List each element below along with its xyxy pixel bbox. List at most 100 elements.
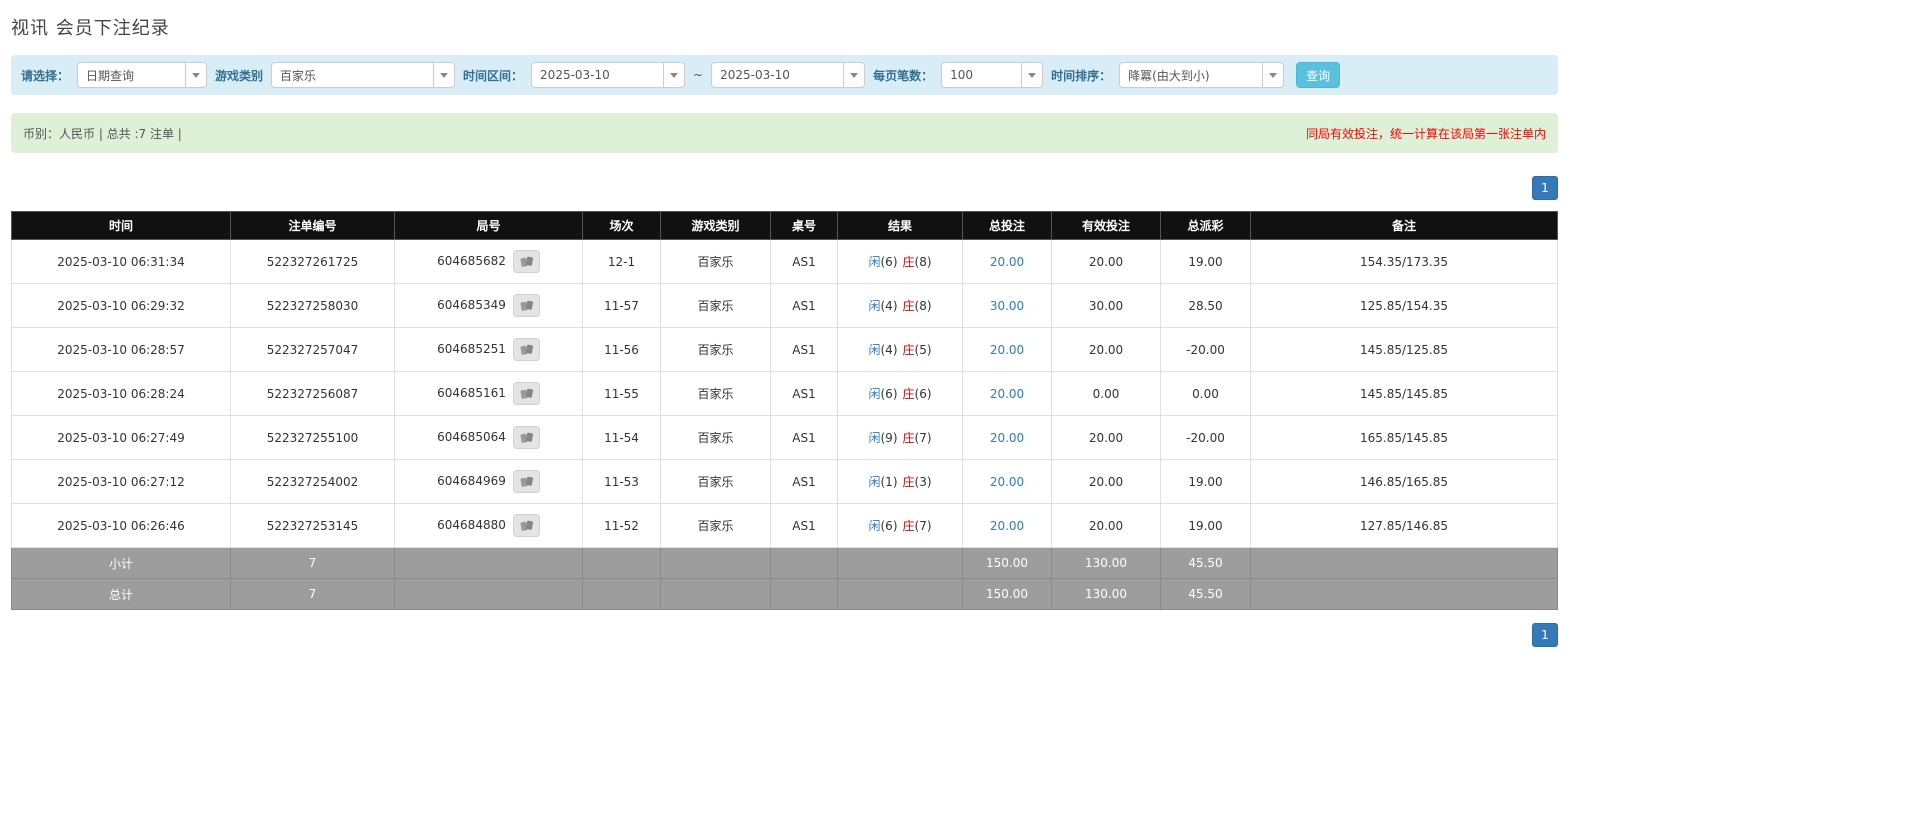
banker-number: (7)	[914, 519, 932, 533]
date-to-input[interactable]	[711, 62, 844, 88]
player-label: 闲	[868, 475, 881, 489]
result-player: 闲(1)	[868, 475, 897, 489]
total-bet-link[interactable]: 20.00	[990, 255, 1024, 269]
player-number: (9)	[880, 431, 898, 445]
total-bet-link[interactable]: 20.00	[990, 387, 1024, 401]
cell-result: 闲(6) 庄(7)	[837, 503, 963, 548]
cell-valid-bet: 30.00	[1051, 283, 1161, 328]
cell-result: 闲(4) 庄(5)	[837, 327, 963, 372]
cell-valid-bet: 20.00	[1051, 239, 1161, 284]
summary-empty-cell	[582, 547, 661, 579]
cell-note: 154.35/173.35	[1250, 239, 1558, 284]
cards-icon	[520, 300, 533, 311]
view-cards-button[interactable]	[512, 294, 540, 317]
cell-session: 11-57	[582, 283, 661, 328]
cell-total-bet: 20.00	[962, 239, 1052, 284]
query-type-combobox	[77, 62, 208, 88]
summary-total-bet: 150.00	[962, 578, 1052, 610]
view-cards-button[interactable]	[512, 470, 540, 493]
date-from-dropdown-button[interactable]	[663, 62, 686, 88]
date-from-combobox	[531, 62, 686, 88]
chevron-down-icon	[1028, 72, 1037, 78]
cell-note: 125.85/154.35	[1250, 283, 1558, 328]
banker-label: 庄	[902, 431, 915, 445]
column-header: 备注	[1250, 211, 1558, 240]
cell-round-id: 604685064	[394, 415, 583, 460]
round-id-text: 604685161	[437, 386, 506, 400]
summary-payout: 45.50	[1160, 547, 1251, 579]
table-row: 2025-03-10 06:29:32 522327258030 604685349…	[11, 283, 1558, 328]
page-1-button[interactable]: 1	[1532, 623, 1558, 647]
banker-label: 庄	[902, 343, 915, 357]
currency-total-info: 币别：人民币 | 总共 :7 注单 |	[23, 126, 182, 141]
cell-session: 11-56	[582, 327, 661, 372]
cell-time: 2025-03-10 06:28:57	[11, 327, 231, 372]
game-type-dropdown-button[interactable]	[433, 62, 456, 88]
summary-empty-cell	[394, 547, 583, 579]
cell-payout: 19.00	[1160, 239, 1251, 284]
summary-total-bet: 150.00	[962, 547, 1052, 579]
game-type-input[interactable]	[271, 62, 434, 88]
page-size-input[interactable]	[941, 62, 1022, 88]
cell-table-no: AS1	[770, 415, 838, 460]
column-header: 桌号	[770, 211, 838, 240]
summary-label: 总计	[11, 578, 231, 610]
pagination-top: 1	[11, 176, 1558, 200]
view-cards-button[interactable]	[512, 250, 540, 273]
cell-round-id: 604685161	[394, 371, 583, 416]
view-cards-button[interactable]	[512, 514, 540, 537]
time-sort-dropdown-button[interactable]	[1262, 62, 1285, 88]
cell-session: 12-1	[582, 239, 661, 284]
cell-note: 146.85/165.85	[1250, 459, 1558, 504]
filter-bar: 请选择： 游戏类别 时间区间： ~ 每页笔数： 时间排序：	[11, 55, 1558, 95]
cell-total-bet: 20.00	[962, 459, 1052, 504]
summary-empty-cell	[837, 547, 963, 579]
summary-empty-cell	[1250, 578, 1558, 610]
cell-bet-id: 522327255100	[230, 415, 395, 460]
page-size-combobox	[941, 62, 1044, 88]
summary-valid-bet: 130.00	[1051, 578, 1161, 610]
cell-total-bet: 20.00	[962, 327, 1052, 372]
time-sort-label: 时间排序：	[1051, 68, 1112, 83]
date-range-separator: ~	[693, 68, 704, 82]
cell-time: 2025-03-10 06:26:46	[11, 503, 231, 548]
page-1-button[interactable]: 1	[1532, 176, 1558, 200]
player-label: 闲	[868, 343, 881, 357]
column-header: 总投注	[962, 211, 1052, 240]
view-cards-button[interactable]	[512, 338, 540, 361]
player-label: 闲	[868, 255, 881, 269]
column-header: 局号	[394, 211, 583, 240]
round-id-text: 604685251	[437, 342, 506, 356]
summary-empty-cell	[770, 578, 838, 610]
query-type-input[interactable]	[77, 62, 186, 88]
chevron-down-icon	[1269, 72, 1278, 78]
page-size-dropdown-button[interactable]	[1021, 62, 1044, 88]
summary-empty-cell	[1250, 547, 1558, 579]
player-number: (1)	[880, 475, 898, 489]
search-button[interactable]: 查询	[1296, 62, 1341, 88]
cell-note: 145.85/145.85	[1250, 371, 1558, 416]
time-sort-input[interactable]	[1119, 62, 1263, 88]
cell-note: 145.85/125.85	[1250, 327, 1558, 372]
result-banker: 庄(3)	[903, 475, 932, 489]
column-header: 场次	[582, 211, 661, 240]
total-bet-link[interactable]: 20.00	[990, 475, 1024, 489]
total-bet-link[interactable]: 30.00	[990, 299, 1024, 313]
query-type-dropdown-button[interactable]	[185, 62, 208, 88]
total-bet-link[interactable]: 20.00	[990, 519, 1024, 533]
cards-icon	[520, 432, 533, 443]
view-cards-button[interactable]	[512, 426, 540, 449]
date-to-dropdown-button[interactable]	[843, 62, 866, 88]
cell-payout: 19.00	[1160, 503, 1251, 548]
cell-game-type: 百家乐	[660, 239, 771, 284]
table-row: 2025-03-10 06:28:24 522327256087 604685161…	[11, 371, 1558, 416]
cell-table-no: AS1	[770, 371, 838, 416]
banker-number: (6)	[914, 387, 932, 401]
cell-table-no: AS1	[770, 239, 838, 284]
result-banker: 庄(7)	[903, 519, 932, 533]
date-from-input[interactable]	[531, 62, 664, 88]
view-cards-button[interactable]	[512, 382, 540, 405]
total-bet-link[interactable]: 20.00	[990, 343, 1024, 357]
cell-time: 2025-03-10 06:28:24	[11, 371, 231, 416]
total-bet-link[interactable]: 20.00	[990, 431, 1024, 445]
